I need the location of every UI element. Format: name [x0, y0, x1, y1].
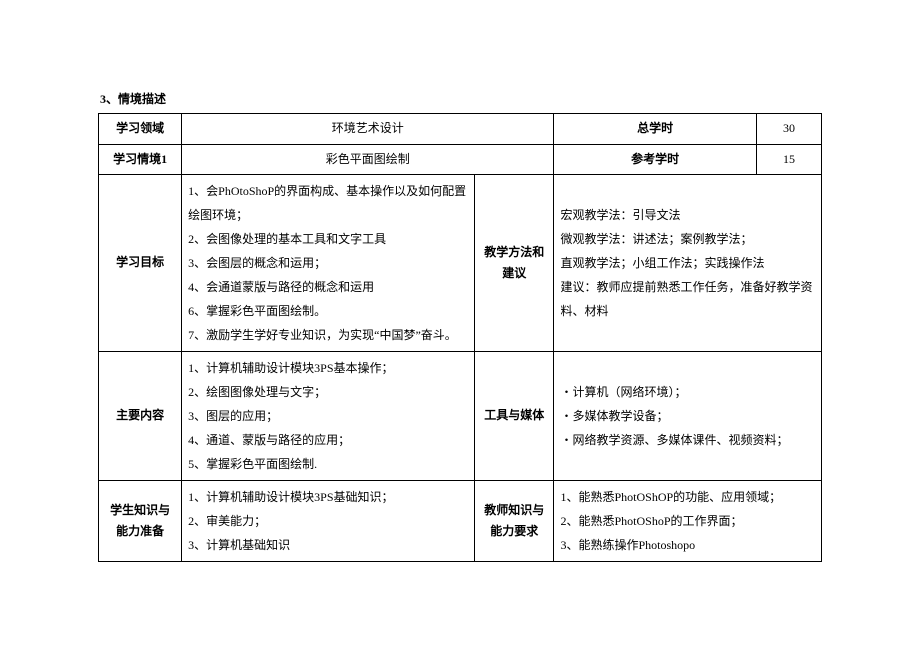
content-row-2: 学生知识与能力准备 1、计算机辅助设计模块3PS基础知识；2、审美能力；3、计算…: [99, 481, 822, 562]
row1-left-items: 1、计算机辅助设计模块3PS基本操作；2、绘图图像处理与文字；3、图层的应用；4…: [182, 352, 475, 481]
row2-right-items: 1、能熟悉PhotOShOP的功能、应用领域；2、能熟悉PhotOShoP的工作…: [554, 481, 822, 562]
row2-left-items: 1、计算机辅助设计模块3PS基础知识；2、审美能力；3、计算机基础知识: [182, 481, 475, 562]
content-row-1: 主要内容 1、计算机辅助设计模块3PS基本操作；2、绘图图像处理与文字；3、图层…: [99, 352, 822, 481]
header-key-4: 参考学时: [554, 144, 756, 175]
header-val-4: 15: [756, 144, 821, 175]
header-row-1: 学习领域 环境艺术设计 总学时 30: [99, 114, 822, 145]
row1-mid-label: 工具与媒体: [474, 352, 554, 481]
header-row-2: 学习情境1 彩色平面图绘制 参考学时 15: [99, 144, 822, 175]
header-key-2: 总学时: [554, 114, 756, 145]
curriculum-table: 学习领域 环境艺术设计 总学时 30 学习情境1 彩色平面图绘制 参考学时 15…: [98, 113, 822, 562]
header-key-1: 学习领域: [99, 114, 182, 145]
row0-left-label: 学习目标: [99, 175, 182, 352]
row0-mid-label: 教学方法和建议: [474, 175, 554, 352]
header-val-1: 环境艺术设计: [182, 114, 554, 145]
content-row-0: 学习目标 1、会PhOtoShoP的界面构成、基本操作以及如何配置绘图环境；2、…: [99, 175, 822, 352]
row0-left-items: 1、会PhOtoShoP的界面构成、基本操作以及如何配置绘图环境；2、会图像处理…: [182, 175, 475, 352]
row1-left-label: 主要内容: [99, 352, 182, 481]
section-title: 3、情境描述: [100, 90, 822, 107]
row2-mid-label: 教师知识与能力要求: [474, 481, 554, 562]
row1-right-items: ・计算机（网络环境）；・多媒体教学设备；・网络教学资源、多媒体课件、视频资料；: [554, 352, 822, 481]
header-key-3: 学习情境1: [99, 144, 182, 175]
row2-left-label: 学生知识与能力准备: [99, 481, 182, 562]
row0-right-items: 宏观教学法：引导文法微观教学法：讲述法；案例教学法；直观教学法；小组工作法；实践…: [554, 175, 822, 352]
header-val-2: 30: [756, 114, 821, 145]
header-val-3: 彩色平面图绘制: [182, 144, 554, 175]
